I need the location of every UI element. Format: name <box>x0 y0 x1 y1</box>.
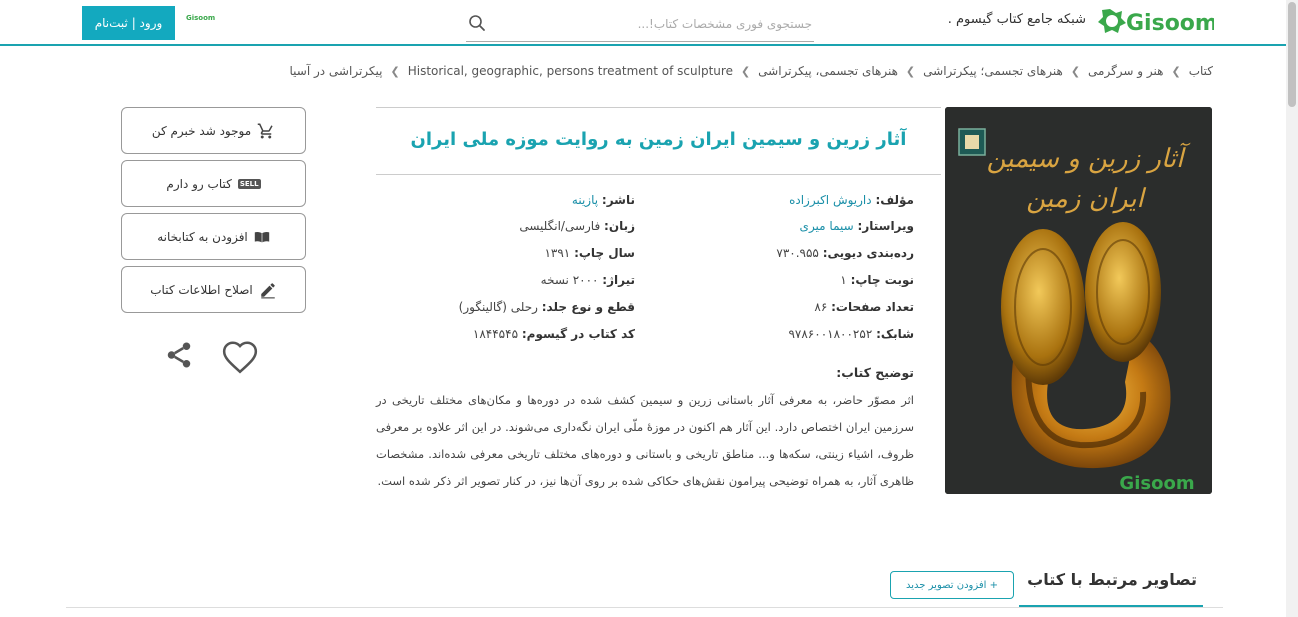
field-publisher: ناشر: پازینه <box>572 193 635 207</box>
field-year: سال چاپ: ۱۳۹۱ <box>544 246 635 260</box>
field-value: ۹۷۸۶۰۰۱۸۰۰۲۵۲ <box>788 327 873 341</box>
field-author: مؤلف: داریوش اکبرزاده <box>789 193 914 207</box>
edit-book-info-button[interactable]: اصلاح اطلاعات کتاب <box>121 266 306 313</box>
field-language: زبان: فارسی/انگلیسی <box>519 219 635 233</box>
i-have-this-book-button[interactable]: SELL کتاب رو دارم <box>121 160 306 207</box>
field-label: تیراژ: <box>602 273 635 287</box>
chevron-left-icon: ❮ <box>390 64 400 78</box>
field-value: ۸۶ <box>814 300 828 314</box>
field-circulation: تیراژ: ۲۰۰۰ نسخه <box>541 273 635 287</box>
cart-icon <box>257 123 273 138</box>
field-value: ۲۰۰۰ نسخه <box>540 273 599 287</box>
book-open-icon <box>254 231 269 243</box>
book-cover-image[interactable]: آثار زرین و سیمین ایران زمین Gisoom <box>945 107 1212 494</box>
search-box <box>466 8 814 42</box>
tab-related-images[interactable]: تصاویر مرتبط با کتاب <box>1019 568 1203 608</box>
sell-icon: SELL <box>237 178 261 189</box>
field-editor: ویراستار: سیما میری <box>800 219 914 233</box>
book-title: آثار زرین و سیمین ایران زمین به روایت مو… <box>410 129 907 150</box>
field-value: ۱ <box>840 273 847 287</box>
breadcrumb: کتاب ❮ هنر و سرگرمی ❮ هنرهای تجسمی؛ پیکر… <box>290 64 1214 78</box>
login-register-button[interactable]: ورود | ثبت‌نام <box>82 6 175 40</box>
site-header: Gisoom شبکه جامع کتاب گیسوم . Gisoom ورو… <box>0 0 1286 46</box>
scrollbar-thumb[interactable] <box>1288 2 1296 107</box>
breadcrumb-item-historical[interactable]: Historical, geographic, persons treatmen… <box>408 64 733 78</box>
sell-label: کتاب رو دارم <box>166 176 232 191</box>
field-dewey: رده‌بندی دیویی: ۷۳۰.۹۵۵ <box>776 246 914 260</box>
notify-label: موجود شد خبرم کن <box>151 123 252 138</box>
description-title: توضیح کتاب: <box>836 365 914 380</box>
field-value: فارسی/انگلیسی <box>519 219 601 233</box>
logo-text: Gisoom <box>1126 11 1214 36</box>
cover-title-line2: ایران زمین <box>1026 184 1146 214</box>
breadcrumb-item-asia-sculpture[interactable]: پیکرتراشی در آسیا <box>290 64 383 78</box>
notify-when-available-button[interactable]: موجود شد خبرم کن <box>121 107 306 154</box>
breadcrumb-item-visual-arts[interactable]: هنرهای تجسمی؛ پیکرتراشی <box>923 64 1063 78</box>
field-label: کد کتاب در گیسوم: <box>521 327 635 341</box>
chevron-left-icon: ❮ <box>740 64 751 78</box>
field-label: ناشر: <box>601 193 635 207</box>
library-label: افزودن به کتابخانه <box>157 229 248 244</box>
field-edition: نوبت چاپ: ۱ <box>840 273 914 287</box>
add-to-library-button[interactable]: افزودن به کتابخانه <box>121 213 306 260</box>
publisher-link[interactable]: پازینه <box>572 193 598 207</box>
field-label: مؤلف: <box>875 193 914 207</box>
social-actions <box>164 338 264 378</box>
field-label: زبان: <box>604 219 635 233</box>
field-label: شابک: <box>876 327 914 341</box>
gisoom-logo[interactable]: Gisoom <box>1096 5 1214 37</box>
editor-link[interactable]: سیما میری <box>800 219 854 233</box>
field-gisoom-code: کد کتاب در گیسوم: ۱۸۴۴۵۴۵ <box>473 327 635 341</box>
field-format: قطع و نوع جلد: رحلی (گالینگور) <box>459 300 635 314</box>
field-label: ویراستار: <box>857 219 914 233</box>
divider <box>66 607 1223 608</box>
edit-label: اصلاح اطلاعات کتاب <box>150 282 253 297</box>
site-tagline: شبکه جامع کتاب گیسوم . <box>947 12 1086 27</box>
mini-logo: Gisoom <box>186 14 216 22</box>
breadcrumb-item-sculpture[interactable]: هنرهای تجسمی، پیکرتراشی <box>758 64 898 78</box>
field-pages: تعداد صفحات: ۸۶ <box>814 300 914 314</box>
author-link[interactable]: داریوش اکبرزاده <box>789 193 872 207</box>
search-input[interactable] <box>492 12 812 36</box>
field-label: قطع و نوع جلد: <box>541 300 635 314</box>
field-label: تعداد صفحات: <box>831 300 914 314</box>
search-icon[interactable] <box>468 14 486 32</box>
divider <box>376 174 941 175</box>
page-scrollbar[interactable] <box>1286 0 1298 617</box>
share-icon[interactable] <box>164 340 194 370</box>
field-value: ۱۳۹۱ <box>544 246 571 260</box>
field-value: رحلی (گالینگور) <box>458 300 538 314</box>
divider <box>376 107 941 108</box>
field-label: سال چاپ: <box>574 246 635 260</box>
book-description: اثر مصوّر حاضر، به معرفی آثار باستانی زر… <box>376 393 914 488</box>
field-value: ۷۳۰.۹۵۵ <box>776 246 819 260</box>
heart-icon[interactable] <box>220 338 260 376</box>
chevron-left-icon: ❮ <box>1070 64 1081 78</box>
chevron-left-icon: ❮ <box>1171 64 1181 78</box>
field-value: ۱۸۴۴۵۴۵ <box>472 327 519 341</box>
field-label: نوبت چاپ: <box>850 273 914 287</box>
add-new-image-button[interactable]: + افزودن تصویر جدید <box>890 571 1014 599</box>
cover-watermark: Gisoom <box>1119 473 1194 494</box>
breadcrumb-item-book[interactable]: کتاب <box>1189 64 1213 78</box>
chevron-left-icon: ❮ <box>905 64 916 78</box>
field-isbn: شابک: ۹۷۸۶۰۰۱۸۰۰۲۵۲ <box>788 327 914 341</box>
cover-title-line1: آثار زرین و سیمین <box>987 142 1192 174</box>
field-label: رده‌بندی دیویی: <box>822 246 914 260</box>
breadcrumb-item-art[interactable]: هنر و سرگرمی <box>1088 64 1163 78</box>
pencil-icon <box>261 282 275 298</box>
